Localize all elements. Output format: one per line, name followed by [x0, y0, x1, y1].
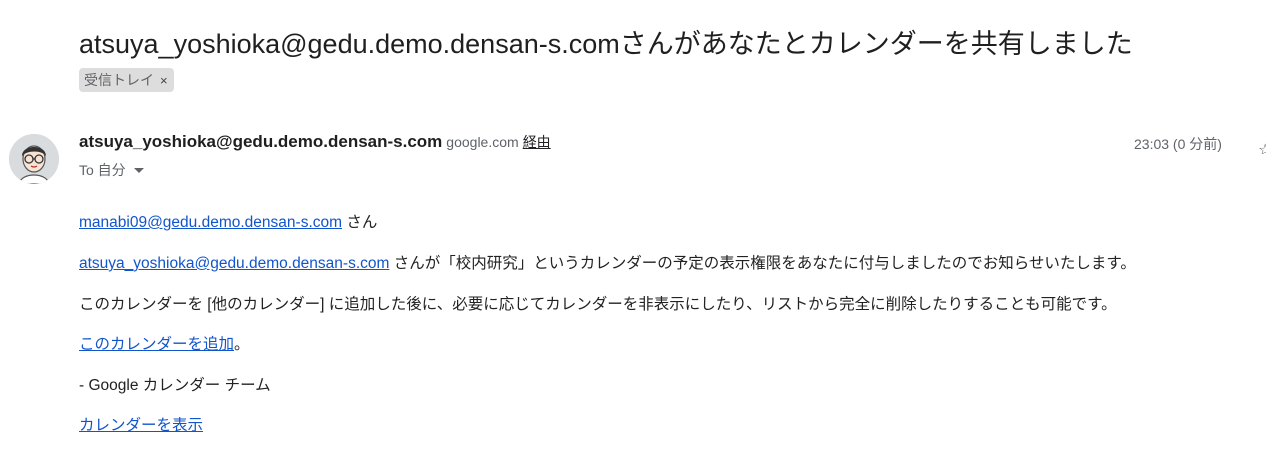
star-icon[interactable]: ☆ — [1258, 140, 1266, 154]
view-calendar-link[interactable]: カレンダーを表示 — [79, 417, 203, 434]
view-calendar-line: カレンダーを表示 — [79, 413, 203, 435]
recipient-label: To 自分 — [79, 162, 126, 178]
avatar-illustration-icon — [9, 134, 59, 184]
greeting-line: manabi09@gedu.demo.densan-s.com さん — [79, 210, 377, 232]
share-notice: atsuya_yoshioka@gedu.demo.densan-s.com さ… — [79, 251, 1136, 273]
via-domain: google.com — [446, 134, 519, 150]
share-notice-text: さんが「校内研究」というカレンダーの予定の表示権限をあなたに付与しましたのでお知… — [389, 255, 1136, 272]
greeting-email-link[interactable]: manabi09@gedu.demo.densan-s.com — [79, 214, 342, 231]
greeting-suffix: さん — [342, 214, 378, 231]
add-calendar-link[interactable]: このカレンダーを追加 — [79, 336, 234, 353]
recipient-line: To 自分 — [79, 160, 144, 180]
remove-label-icon[interactable]: × — [160, 73, 168, 88]
chevron-down-icon[interactable] — [133, 167, 144, 173]
via-link[interactable]: 経由 — [523, 132, 551, 152]
share-email-link[interactable]: atsuya_yoshioka@gedu.demo.densan-s.com — [79, 255, 389, 272]
sender-name[interactable]: atsuya_yoshioka@gedu.demo.densan-s.com — [79, 132, 442, 152]
inbox-label-chip[interactable]: 受信トレイ × — [79, 68, 174, 92]
sender-line: atsuya_yoshioka@gedu.demo.densan-s.com g… — [79, 132, 551, 156]
email-subject: atsuya_yoshioka@gedu.demo.densan-s.comさん… — [79, 29, 1133, 59]
timestamp[interactable]: 23:03 (0 分前) — [1134, 134, 1222, 154]
label-name: 受信トレイ — [84, 72, 154, 88]
avatar[interactable] — [9, 134, 59, 184]
info-text: このカレンダーを [他のカレンダー] に追加した後に、必要に応じてカレンダーを非… — [79, 296, 1117, 313]
add-calendar-suffix: 。 — [234, 336, 250, 353]
signature: - Google カレンダー チーム — [79, 377, 271, 394]
add-calendar-line: このカレンダーを追加。 — [79, 332, 250, 354]
